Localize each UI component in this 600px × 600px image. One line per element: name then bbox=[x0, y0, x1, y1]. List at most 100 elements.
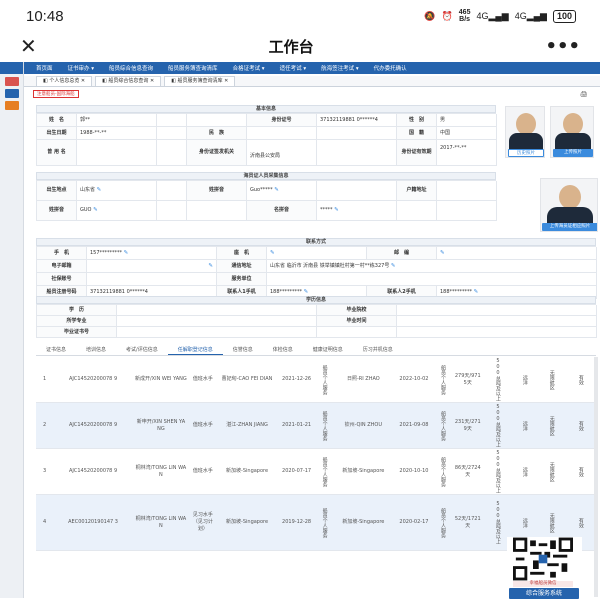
cell-days: 279天/9715天 bbox=[451, 357, 484, 403]
address-value: 山东省 临沂市 沂南县 铁举镇镇杜村第一村**栋327号 ✎ bbox=[267, 260, 597, 273]
nav-item[interactable]: 适任考试 ▾ bbox=[274, 64, 313, 72]
more-icon[interactable]: ••• bbox=[545, 36, 580, 57]
crew-type-button[interactable]: 注意船员-国际海船 bbox=[33, 90, 79, 98]
cell-id: AEC00120190147 3 bbox=[53, 494, 133, 551]
seafarer-grid: 出生地点 山东省 ✎ 姓拼音 Guo***** ✎ 户籍地址 姓拼音 GUO ✎… bbox=[36, 180, 497, 221]
cell-no: 2 bbox=[36, 402, 54, 449]
tab-history[interactable]: 历习并机信息 bbox=[353, 346, 403, 355]
edit-icon[interactable]: ✎ bbox=[208, 263, 213, 269]
nav-item[interactable]: 船员综合信息查询 bbox=[103, 64, 159, 72]
close-icon[interactable]: ✕ bbox=[20, 34, 37, 58]
nav-item[interactable]: 船员服务簿查询清库 bbox=[162, 64, 224, 72]
cell-company: 新成开/XIN WEI YANG bbox=[132, 357, 189, 403]
edit-icon[interactable]: ✎ bbox=[304, 289, 309, 295]
birthplace-label: 出生地点 bbox=[37, 181, 77, 201]
upload-photo-button[interactable]: 上传照片 bbox=[553, 149, 593, 157]
diploma-label: 毕业证书号 bbox=[37, 327, 117, 338]
tab-credit[interactable]: 信誉信息 bbox=[223, 346, 263, 355]
given-pinyin-value: ***** ✎ bbox=[317, 201, 397, 221]
tab-medical[interactable]: 体检信息 bbox=[263, 346, 303, 355]
postcode-label: 邮 编 bbox=[367, 247, 437, 260]
cell-ship: 新加坡-Singapore bbox=[216, 494, 278, 551]
mobile-value: 157********* ✎ bbox=[87, 247, 217, 260]
cell-type1: 船员个人服务 bbox=[315, 402, 334, 449]
issuer-value: 沂南县公安局 bbox=[247, 140, 317, 166]
table-row[interactable]: 1 AJC14520200078 9 新成开/XIN WEI YANG 值班水手 曹妃甸… bbox=[36, 357, 596, 403]
cell-days: 52天/1721天 bbox=[451, 494, 484, 551]
nav-item[interactable]: 航海签注考试 ▾ bbox=[315, 64, 365, 72]
tab-service-book[interactable]: ◧ 船员服务簿查询清库 ✕ bbox=[164, 76, 236, 86]
id-value: 37132119881 0******4 bbox=[317, 114, 397, 127]
qr-panel: 幸福船员微信 综合服务系统 bbox=[507, 537, 582, 599]
cell-id: AJC14520200078 9 bbox=[53, 402, 133, 449]
tab-service-records[interactable]: 任解职登记信息 bbox=[167, 346, 223, 355]
nation-label: 国 籍 bbox=[397, 127, 437, 140]
mute-icon: 🔕 bbox=[424, 10, 436, 21]
history-photo-button[interactable]: 历史照片 bbox=[508, 149, 544, 157]
edit-icon[interactable]: ✎ bbox=[334, 207, 339, 213]
tab-certificates[interactable]: 证书信息 bbox=[36, 346, 76, 355]
birth-value: 1988-**-** bbox=[77, 127, 157, 140]
tab-crew-query[interactable]: ◧ 船员综合信息查询 ✕ bbox=[95, 76, 162, 86]
education-section: 学历信息 学 历 毕业院校 所学专业 毕业时间 毕业证书号 bbox=[36, 296, 597, 338]
table-scrollbar[interactable] bbox=[594, 357, 598, 597]
menu-icon[interactable] bbox=[4, 77, 19, 86]
gender-label: 性 别 bbox=[397, 114, 437, 127]
edit-icon[interactable]: ✎ bbox=[274, 187, 279, 193]
cell-company: 新申开/XIN SHEN YANG bbox=[132, 402, 189, 449]
battery-icon: 100 bbox=[552, 9, 576, 23]
cell-text: 远洋 bbox=[521, 517, 528, 528]
cell-type2: 船员个人服务 bbox=[434, 357, 452, 403]
edit-icon[interactable]: ✎ bbox=[391, 263, 396, 269]
cell-text: 船员个人服务 bbox=[440, 410, 447, 441]
contact-grid: 手 机 157********* ✎ 座 机 ✎ 邮 编 ✎ 电子邮箱 ✎ 通信… bbox=[36, 246, 597, 299]
cell-company: 桐林湾/TONG LIN WAN bbox=[132, 494, 189, 551]
status-bar: 10:48 🔕 ⏰ 465 B/s 4G▂▄▆ 4G▂▄▆ 100 bbox=[0, 0, 600, 32]
print-icon[interactable]: 🖨 bbox=[580, 91, 588, 98]
tab-personal-overview[interactable]: ◧ 个人信息总览 ✕ bbox=[36, 76, 93, 86]
cell-text: 船员个人服务 bbox=[321, 456, 328, 487]
cell-role: 见习水手（见习计划） bbox=[188, 494, 217, 551]
nav-item[interactable]: 首页面 bbox=[30, 64, 59, 72]
contact-section: 联系方式 手 机 157********* ✎ 座 机 ✎ 邮 编 ✎ 电子邮箱… bbox=[36, 238, 597, 299]
validity-value: 2017-**-** bbox=[437, 140, 497, 166]
upload-seafarer-photo-button[interactable]: 上传海员证相应照片 bbox=[542, 223, 597, 231]
grid-icon[interactable] bbox=[4, 89, 19, 98]
table-row[interactable]: 2 AJC14520200078 9 新申开/XIN SHEN YANG 值班水手 湛江… bbox=[36, 402, 596, 449]
cell-text: 无限航区 bbox=[548, 369, 555, 390]
table-row[interactable]: 3 AJC14520200078 9 桐林湾/TONG LIN WAN 值班水手 新加坡… bbox=[36, 448, 596, 495]
given-pinyin-label: 名拼音 bbox=[247, 201, 317, 221]
tab-exams[interactable]: 考试/评估信息 bbox=[116, 346, 168, 355]
edit-icon[interactable]: ✎ bbox=[270, 250, 275, 256]
mobile-label: 手 机 bbox=[37, 247, 87, 260]
current-photo: 上传照片 bbox=[550, 106, 594, 158]
status-time: 10:48 bbox=[26, 7, 64, 25]
edit-icon[interactable]: ✎ bbox=[124, 250, 129, 256]
nation-value: 中国 bbox=[437, 127, 497, 140]
cell-text: 无限航区 bbox=[548, 512, 555, 533]
signal-icon-1: 4G▂▄▆ bbox=[476, 10, 509, 21]
gender-value: 男 bbox=[437, 114, 497, 127]
heart-icon[interactable] bbox=[4, 101, 19, 110]
edit-icon[interactable]: ✎ bbox=[474, 289, 479, 295]
cell-text: 船员个人服务 bbox=[321, 410, 328, 441]
cell-text: 远洋 bbox=[521, 374, 528, 385]
basic-info-grid: 姓 名 郭** 身份证号 37132119881 0******4 性 别 男 … bbox=[36, 113, 497, 166]
edit-icon[interactable]: ✎ bbox=[97, 187, 102, 193]
cell-start: 2021-12-26 bbox=[277, 357, 316, 403]
nav-item[interactable]: 证书审办 ▾ bbox=[62, 64, 101, 72]
edit-icon[interactable]: ✎ bbox=[440, 250, 445, 256]
nav-item[interactable]: 代办委托确认 bbox=[368, 64, 413, 72]
grad-time-label: 毕业时间 bbox=[317, 316, 397, 327]
validity-label: 身份证有效期 bbox=[397, 140, 437, 166]
nav-item[interactable]: 合格证考试 ▾ bbox=[227, 64, 271, 72]
cell-role: 值班水手 bbox=[188, 357, 217, 403]
edit-icon[interactable]: ✎ bbox=[93, 207, 98, 213]
cell-role: 值班水手 bbox=[188, 402, 217, 449]
surname-pinyin-label: 姓拼音 bbox=[187, 181, 247, 201]
tab-training[interactable]: 培训信息 bbox=[76, 346, 116, 355]
section-title: 联系方式 bbox=[36, 238, 596, 246]
postcode-value: ✎ bbox=[437, 247, 597, 260]
integrated-service-button[interactable]: 综合服务系统 bbox=[509, 588, 579, 599]
tab-health-cert[interactable]: 健康证明信息 bbox=[303, 346, 353, 355]
